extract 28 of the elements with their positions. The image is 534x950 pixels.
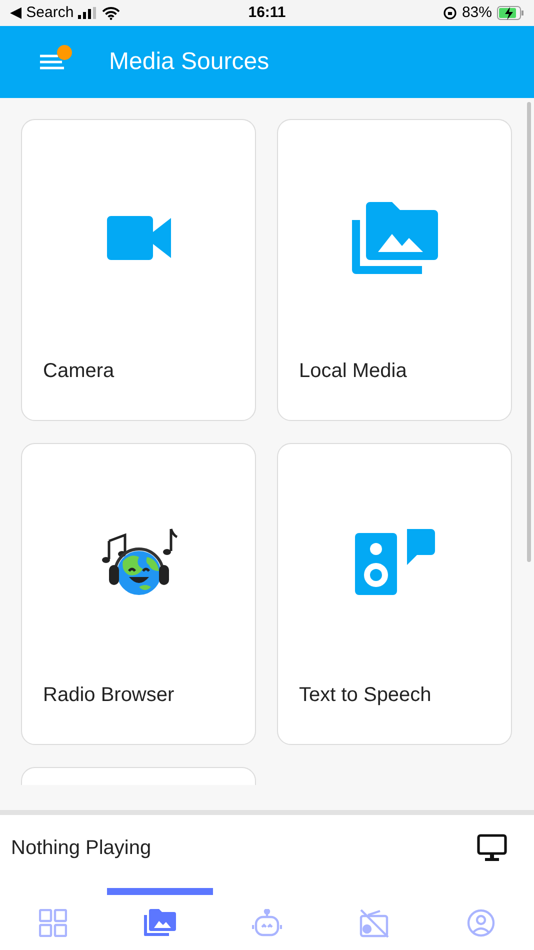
back-link[interactable]: ◀ Search bbox=[10, 2, 74, 24]
wifi-icon bbox=[102, 6, 120, 20]
source-card[interactable]: Radio Browser bbox=[21, 443, 256, 745]
speaker-speech-icon bbox=[354, 529, 434, 595]
monitor-icon bbox=[477, 834, 507, 862]
image-folder-icon bbox=[144, 909, 176, 937]
rotation-lock-icon bbox=[442, 6, 457, 20]
card-label: Local Media bbox=[299, 359, 408, 384]
now-playing-status: Nothing Playing bbox=[11, 836, 152, 860]
source-card[interactable]: Camera bbox=[21, 119, 256, 421]
battery-percent: 83% bbox=[462, 2, 492, 23]
clock-time: 16:11 bbox=[248, 2, 286, 23]
robot-icon bbox=[252, 909, 282, 937]
battery-charging-icon bbox=[497, 6, 524, 20]
source-card[interactable]: Text to Speech bbox=[277, 443, 512, 745]
card-label: Camera bbox=[43, 359, 116, 384]
radio-off-icon bbox=[358, 908, 389, 938]
card-label: Text to Speech bbox=[299, 683, 432, 708]
profile-icon bbox=[466, 909, 495, 937]
image-folder-icon bbox=[352, 202, 438, 274]
grid-icon bbox=[39, 909, 68, 937]
source-card[interactable]: Local Media bbox=[277, 119, 512, 421]
menu-icon bbox=[40, 54, 64, 70]
video-camera-icon bbox=[106, 216, 170, 260]
signal-icon bbox=[78, 7, 98, 19]
page-title: Media Sources bbox=[109, 47, 270, 77]
card-label: Radio Browser bbox=[43, 683, 176, 708]
cast-button[interactable] bbox=[477, 834, 507, 862]
